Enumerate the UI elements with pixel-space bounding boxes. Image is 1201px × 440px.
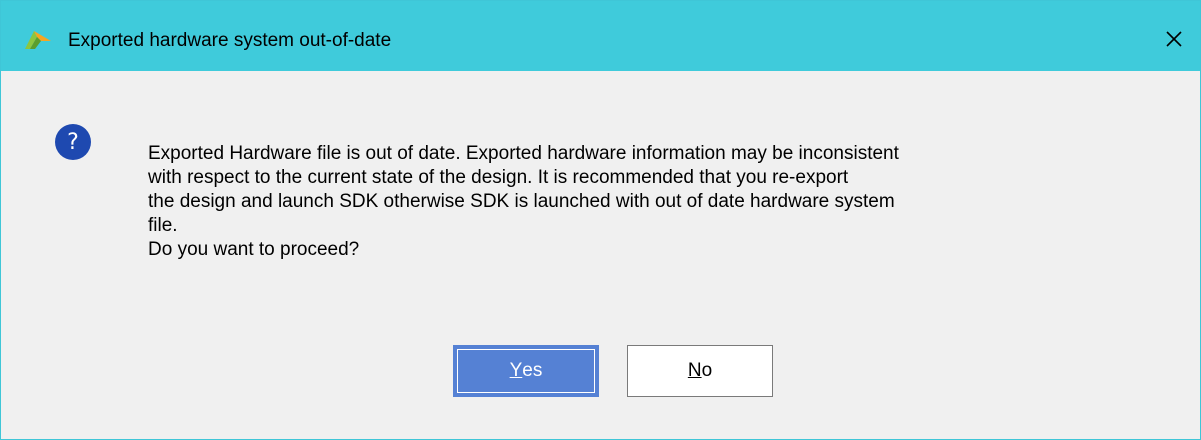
dialog-message: Exported Hardware file is out of date. E… [148,142,1148,262]
message-line: Exported Hardware file is out of date. E… [148,143,899,164]
close-icon [1166,31,1182,47]
dialog-window: Exported hardware system out-of-date ? E… [0,0,1201,440]
message-line: with respect to the current state of the… [148,167,849,188]
no-button-label: o [701,360,713,381]
vivado-logo-icon [23,27,53,51]
no-button-mnemonic: N [687,360,702,381]
message-line: file. [148,215,178,236]
yes-button-mnemonic: Y [509,360,523,381]
dialog-title: Exported hardware system out-of-date [68,30,392,51]
close-button[interactable] [1154,19,1194,59]
title-bar[interactable]: Exported hardware system out-of-date [1,1,1200,71]
yes-button[interactable]: Yes [453,345,599,397]
message-line: the design and launch SDK otherwise SDK … [148,191,895,212]
yes-button-label: es [522,360,543,381]
no-button[interactable]: No [627,345,773,397]
message-line: Do you want to proceed? [148,239,360,260]
dialog-body: ? Exported Hardware file is out of date.… [1,71,1200,439]
question-icon: ? [55,124,91,160]
